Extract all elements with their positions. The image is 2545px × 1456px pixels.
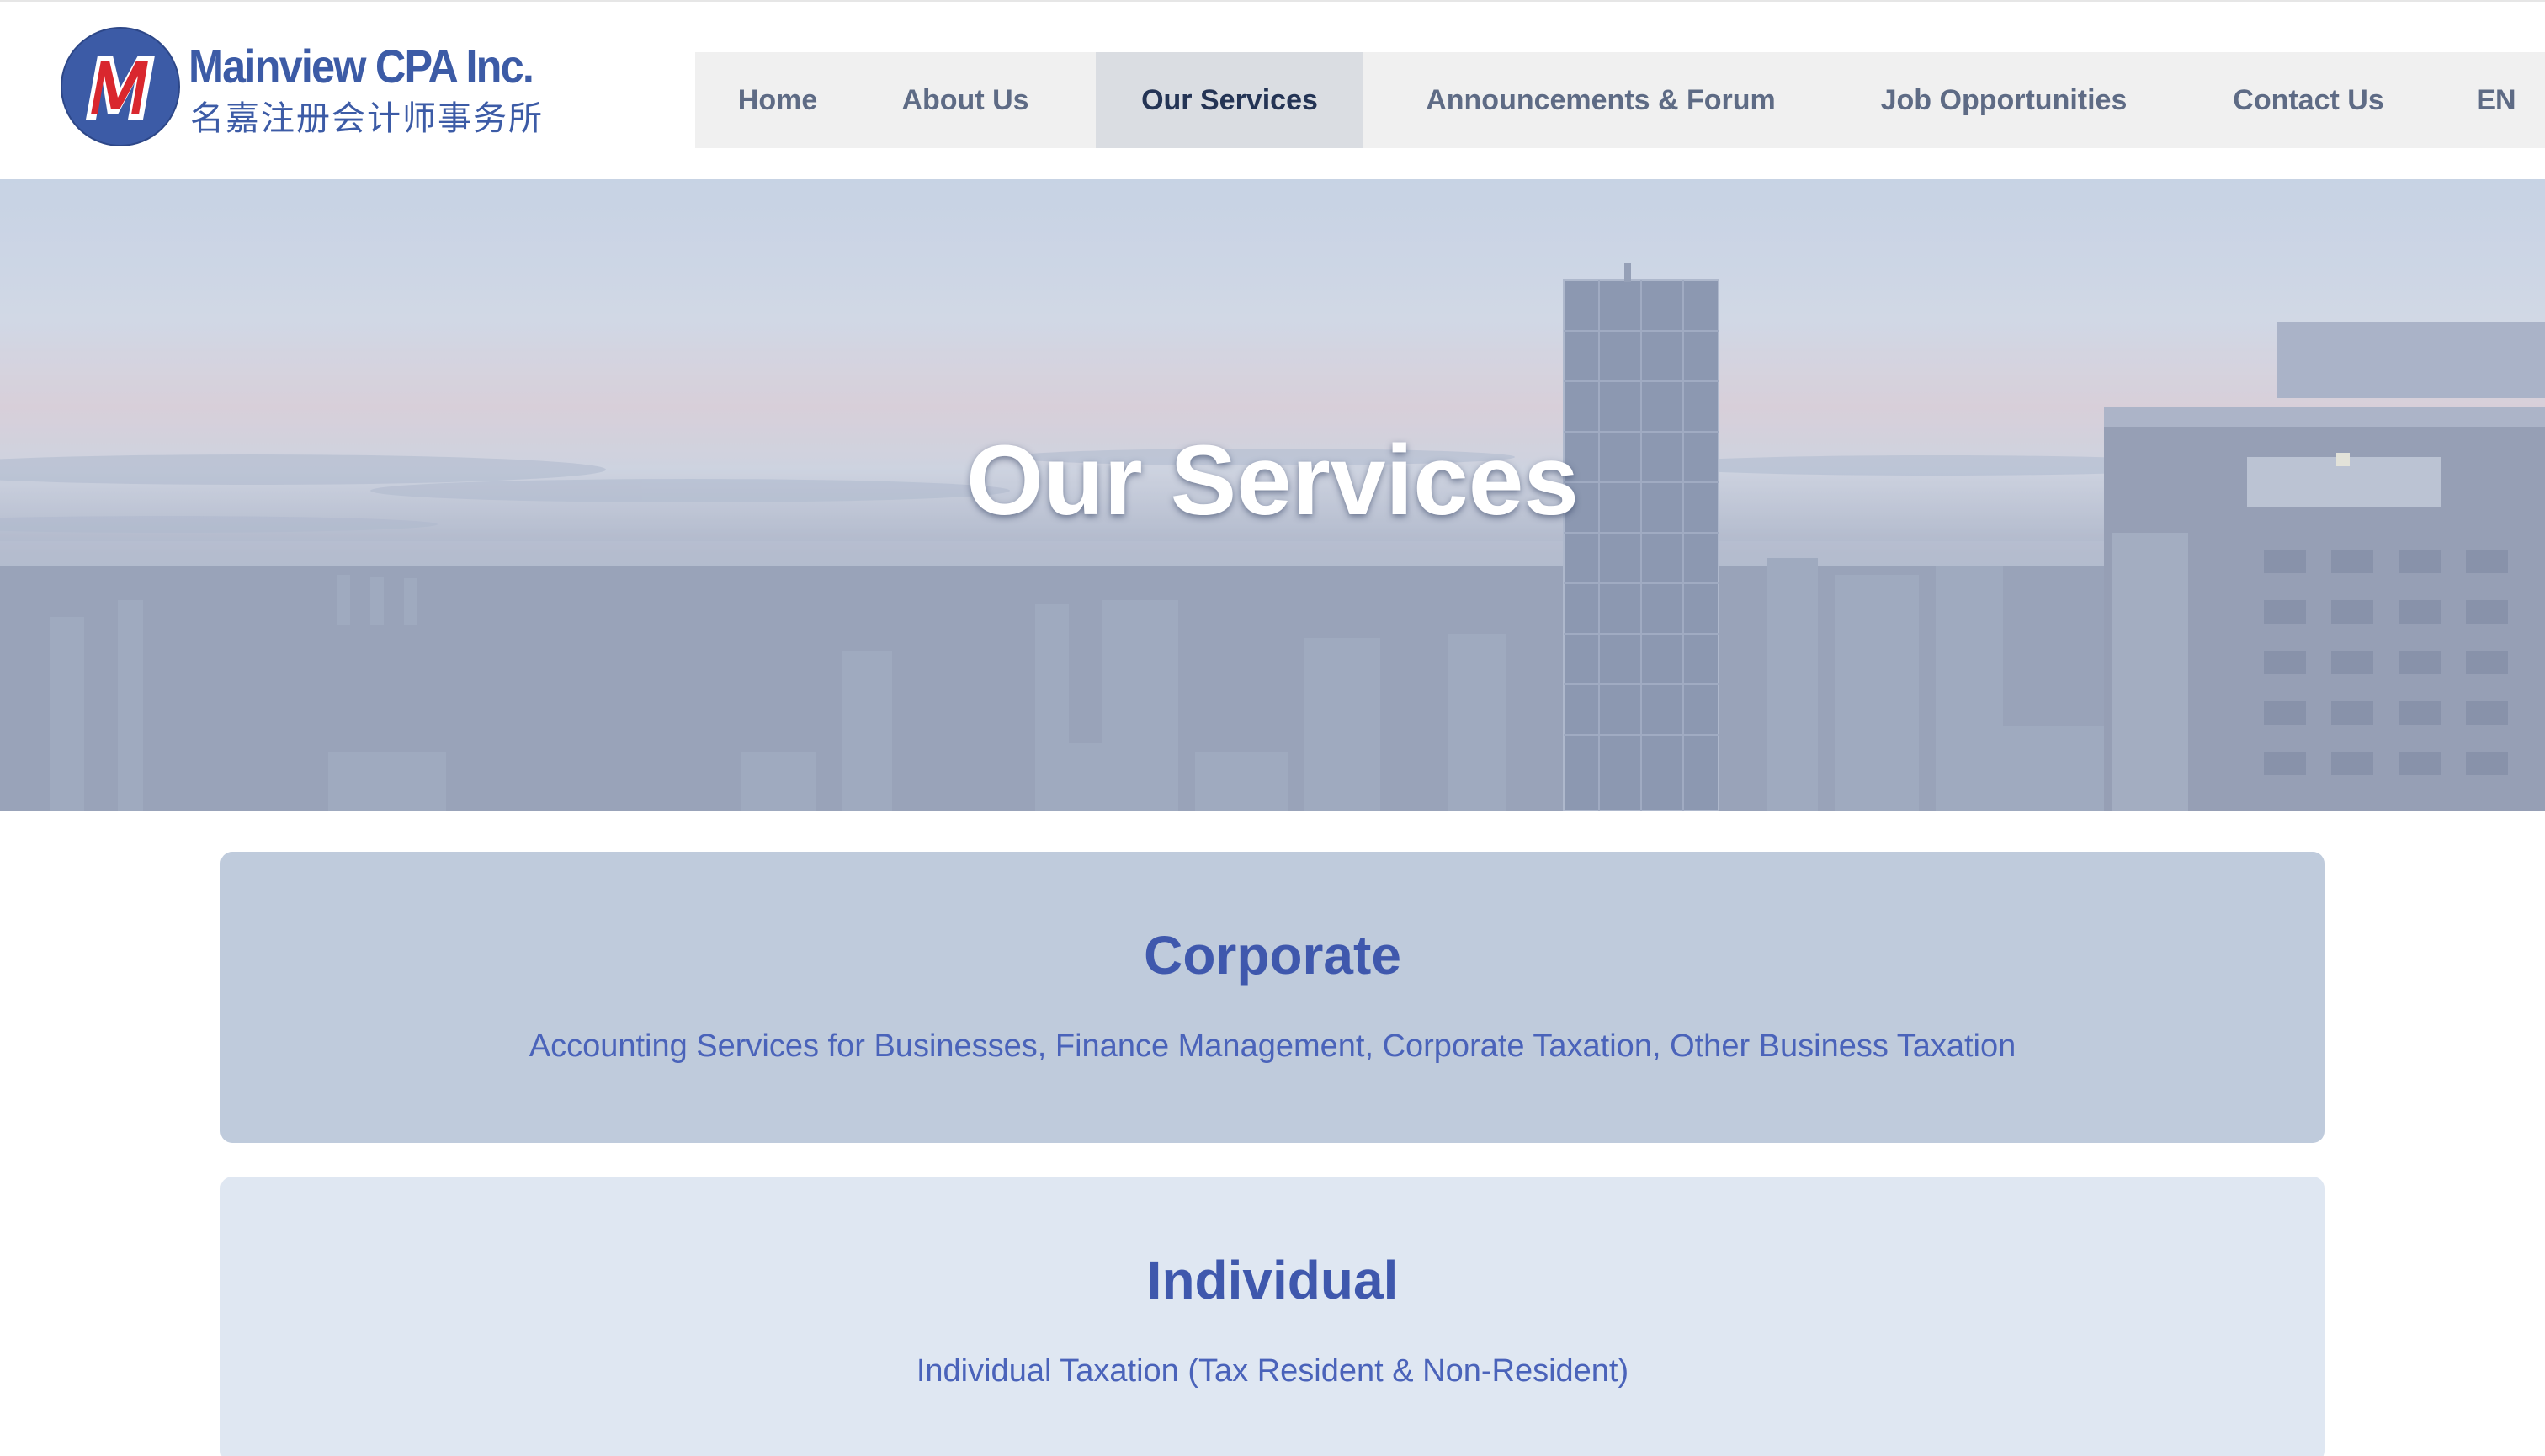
hero-banner: Our Services xyxy=(0,179,2545,811)
service-card-title: Individual xyxy=(1146,1250,1399,1310)
service-card-description: Accounting Services for Businesses, Fina… xyxy=(529,1028,2016,1064)
site-logo[interactable]: Mainview CPA Inc. 名嘉注册会计师事务所 xyxy=(61,25,566,151)
nav-item-about-us[interactable]: About Us xyxy=(860,52,1071,148)
service-card-corporate[interactable]: Corporate Accounting Services for Busine… xyxy=(220,852,2325,1143)
logo-mark-icon xyxy=(61,27,180,146)
brand-name-zh: 名嘉注册会计师事务所 xyxy=(190,99,544,138)
nav-item-announcements-forum[interactable]: Announcements & Forum xyxy=(1363,52,1838,148)
service-card-individual[interactable]: Individual Individual Taxation (Tax Resi… xyxy=(220,1177,2325,1456)
nav-item-our-services[interactable]: Our Services xyxy=(1096,52,1363,148)
nav-item-home[interactable]: Home xyxy=(695,52,860,148)
nav-item-contact-us[interactable]: Contact Us xyxy=(2170,52,2447,148)
brand-name-en: Mainview CPA Inc. xyxy=(189,40,534,93)
main-nav: Home About Us Our Services Announcements… xyxy=(695,52,2545,148)
service-card-title: Corporate xyxy=(1144,925,1401,986)
language-selector[interactable]: EN xyxy=(2447,52,2545,148)
service-card-description: Individual Taxation (Tax Resident & Non-… xyxy=(916,1353,1629,1389)
site-header: Mainview CPA Inc. 名嘉注册会计师事务所 Home About … xyxy=(0,2,2545,179)
nav-item-job-opportunities[interactable]: Job Opportunities xyxy=(1838,52,2170,148)
page-title: Our Services xyxy=(965,425,1580,536)
